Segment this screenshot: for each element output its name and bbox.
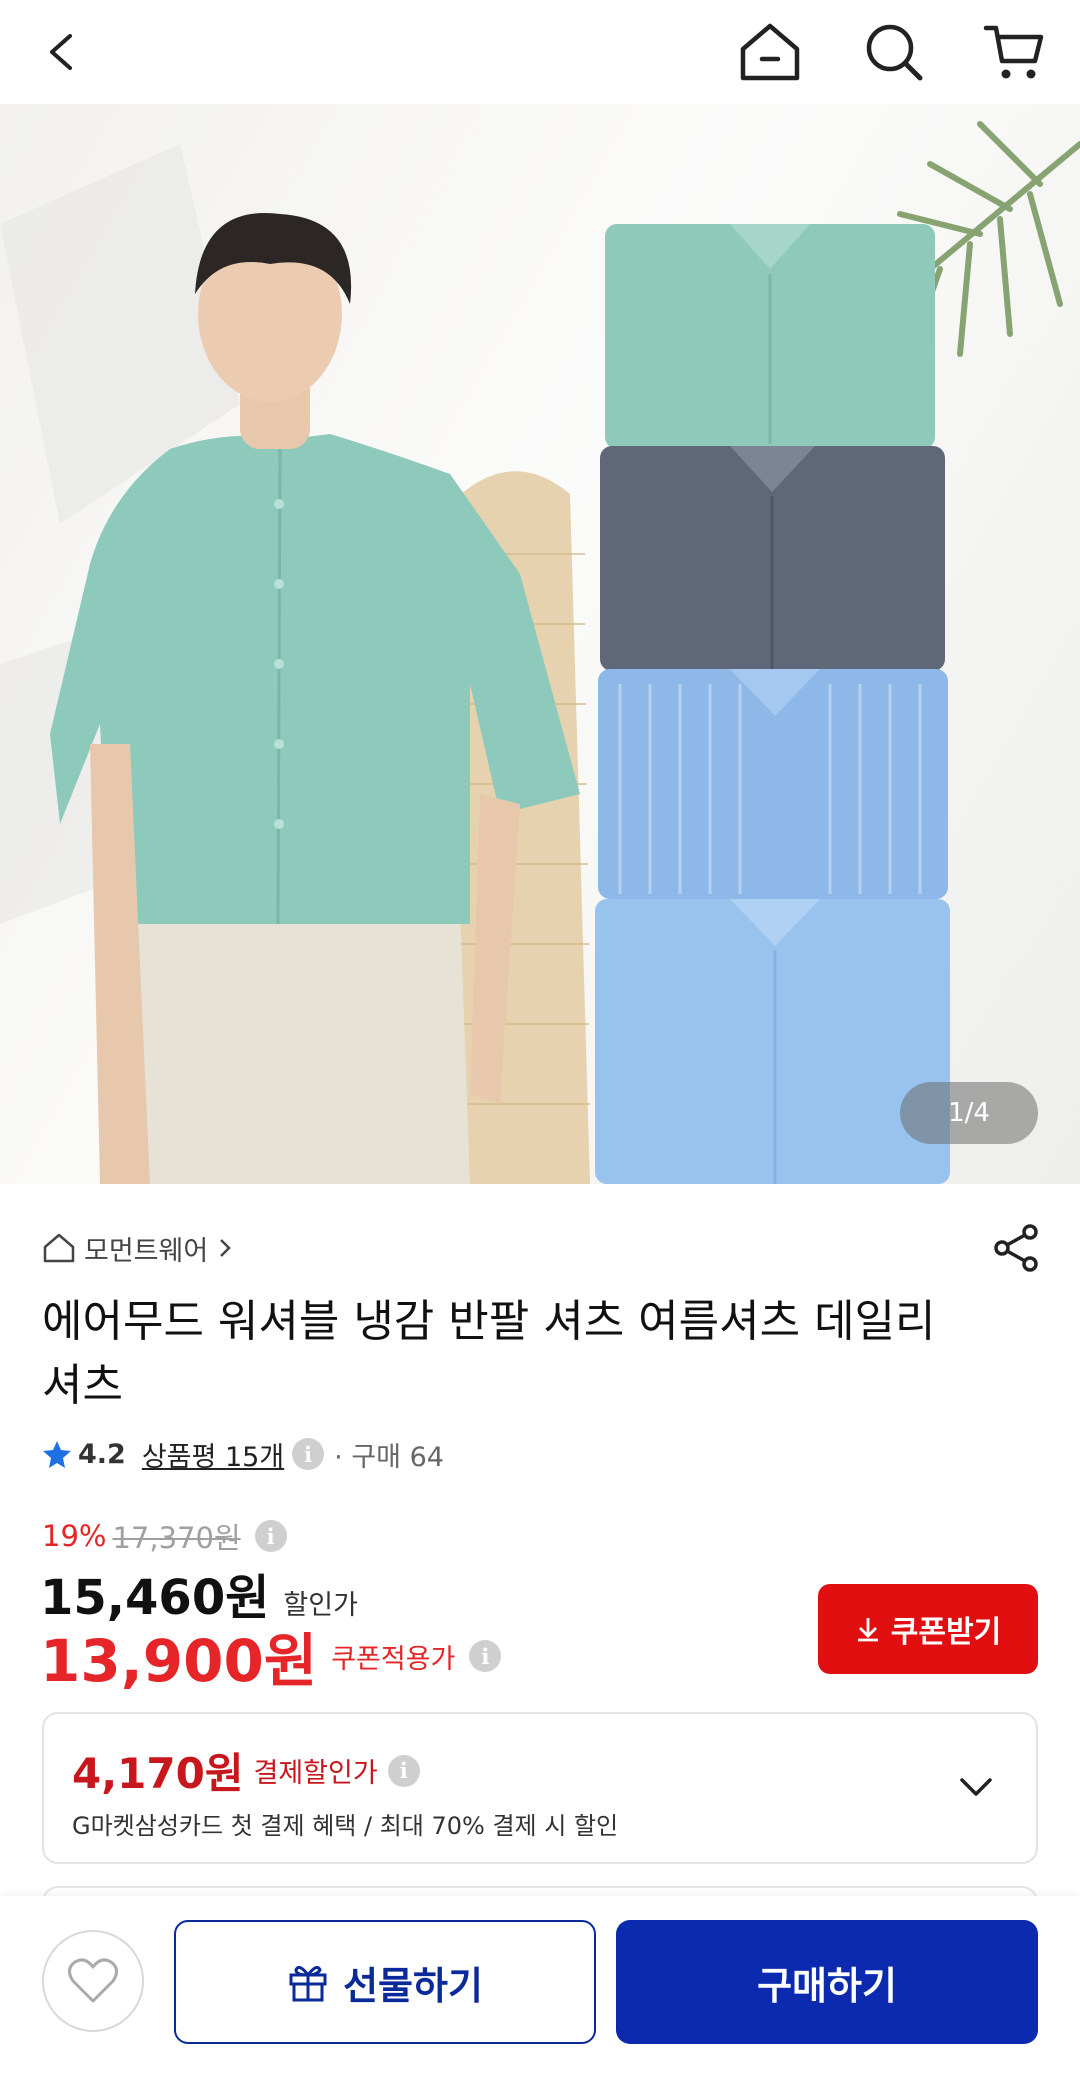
coupon-download-button[interactable]: 쿠폰받기 [818,1584,1038,1674]
payment-discount-card[interactable]: 4,170원 결제할인가 i G마켓삼성카드 첫 결제 혜택 / 최대 70% … [42,1712,1038,1864]
product-title: 에어무드 워셔블 냉감 반팔 셔츠 여름셔츠 데일리셔츠 [42,1296,936,1411]
product-image-carousel[interactable]: 1/4 [0,104,1080,1184]
download-icon [857,1618,878,1642]
gift-button-label: 선물하기 [343,1965,483,2008]
purchase-count-text: 구매 64 [351,1441,444,1473]
buy-button-label: 구매하기 [757,1965,897,2008]
chevron-down-icon[interactable] [952,1764,1000,1812]
price-info-icon[interactable]: i [254,1520,287,1552]
store-name: 모먼트웨어 [84,1235,209,1267]
coupon-price-row: 13,900원 쿠폰적용가 i [40,1614,502,1698]
coupon-price: 13,900원 [40,1627,318,1695]
discount-rate: 19% [42,1519,107,1553]
gift-icon [289,1965,327,2002]
star-icon [43,1441,71,1468]
product-photo [0,121,1080,1184]
back-icon[interactable] [20,10,104,94]
search-icon[interactable] [852,10,936,94]
info-icon[interactable]: i [292,1438,325,1470]
coupon-price-label: 쿠폰적용가 [331,1643,456,1675]
top-bar [0,0,1080,104]
coupon-button-label: 쿠폰받기 [890,1616,1002,1649]
home-icon[interactable] [728,10,812,94]
gift-button[interactable]: 선물하기 [174,1920,596,2044]
payment-discount-amount: 4,170원 [72,1749,244,1798]
reviews-link[interactable]: 상품평 15개 [142,1435,284,1474]
bottom-action-bar: 선물하기 구매하기 [0,1896,1080,2093]
store-home-icon [43,1233,75,1263]
image-counter: 1/4 [900,1082,1038,1144]
purchase-count: · 구매 64 [334,1441,444,1473]
store-link[interactable]: 모먼트웨어 [42,1226,234,1270]
payment-discount-desc: G마켓삼성카드 첫 결제 혜택 / 최대 70% 결제 시 할인 [72,1812,619,1840]
original-price: 17,370원 [112,1521,241,1555]
cart-icon[interactable] [972,10,1056,94]
payment-discount-label: 결제할인가 [253,1758,378,1789]
heart-icon [68,1958,118,2003]
discount-row: 19% 17,370원 i [42,1514,287,1558]
rating-row: 4.2 상품평 15개 i · 구매 64 [42,1432,444,1476]
buy-button[interactable]: 구매하기 [616,1920,1038,2044]
chevron-right-icon [220,1239,231,1257]
coupon-info-icon[interactable]: i [469,1640,502,1672]
rating-score: 4.2 [78,1438,126,1470]
share-icon[interactable] [990,1222,1042,1274]
wishlist-button[interactable] [42,1930,144,2032]
payment-info-icon[interactable]: i [387,1754,420,1787]
